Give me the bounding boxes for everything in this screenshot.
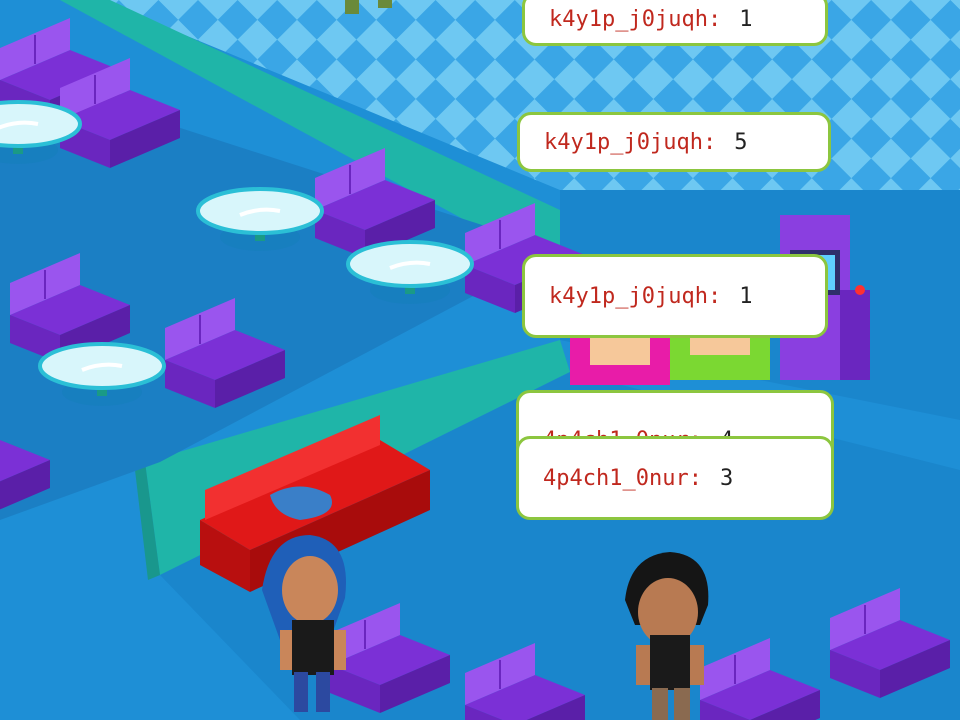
chat-bubble: k4y1p_j0juqh: 5 bbox=[517, 112, 831, 172]
bubble-tail bbox=[665, 169, 683, 172]
chat-username: k4y1p_j0juqh: bbox=[544, 129, 717, 155]
chat-bubble: k4y1p_j0juqh: 1 bbox=[522, 0, 828, 46]
chat-message: 1 bbox=[739, 283, 753, 309]
chat-bubble: 4p4ch1_0nur: 3 bbox=[516, 436, 834, 520]
bubble-tail bbox=[666, 517, 684, 520]
chat-message: 1 bbox=[739, 6, 753, 32]
chat-message: 5 bbox=[734, 129, 748, 155]
chat-bubble: k4y1p_j0juqh: 1 bbox=[522, 254, 828, 338]
chat-username: k4y1p_j0juqh: bbox=[549, 283, 722, 309]
bubble-tail bbox=[666, 335, 684, 338]
bubble-tail bbox=[666, 43, 684, 46]
chat-username: k4y1p_j0juqh: bbox=[549, 6, 722, 32]
chat-username: 4p4ch1_0nur: bbox=[543, 465, 702, 491]
chat-message: 3 bbox=[719, 465, 734, 491]
game-room-scene bbox=[0, 0, 960, 720]
